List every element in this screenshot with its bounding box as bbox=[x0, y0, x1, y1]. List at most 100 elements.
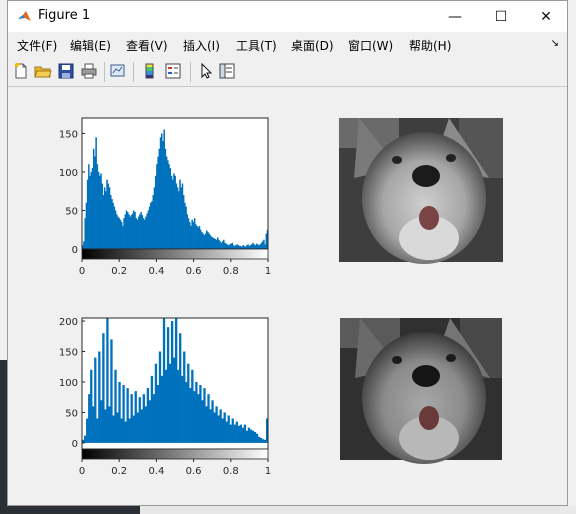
x-tick-label: 0.8 bbox=[223, 466, 239, 477]
histogram-bar bbox=[249, 429, 253, 443]
save-icon[interactable] bbox=[57, 62, 75, 80]
menu-window[interactable]: 窗口(W) bbox=[348, 37, 393, 54]
x-tick-label: 1 bbox=[265, 466, 271, 477]
histogram-bar bbox=[92, 406, 95, 443]
histogram-bar bbox=[205, 406, 208, 443]
histogram-bar bbox=[235, 421, 238, 443]
histogram-bar bbox=[259, 438, 263, 443]
edit-plot-arrow-icon[interactable] bbox=[197, 62, 215, 80]
menu-tools[interactable]: 工具(T) bbox=[236, 37, 277, 54]
title-bar[interactable]: Figure 1 — ☐ ✕ bbox=[8, 1, 567, 32]
histogram-bar bbox=[217, 415, 220, 443]
histogram-bar bbox=[261, 439, 265, 443]
dog-photo-original bbox=[339, 118, 503, 264]
x-tick-label: 0.2 bbox=[111, 266, 127, 277]
x-tick-label: 0.6 bbox=[186, 466, 202, 477]
histogram-bar bbox=[102, 333, 105, 443]
histogram-bar bbox=[146, 388, 150, 443]
x-tick-label: 1 bbox=[265, 266, 271, 277]
histogram-bar bbox=[124, 421, 127, 443]
histogram-bar bbox=[154, 363, 158, 443]
histogram-bar bbox=[221, 418, 224, 443]
new-figure-icon[interactable] bbox=[12, 62, 30, 80]
dog-photo-adjusted bbox=[340, 318, 502, 464]
minimize-button[interactable]: — bbox=[432, 1, 478, 32]
histogram-bar bbox=[207, 394, 210, 443]
histogram-bar bbox=[211, 400, 214, 443]
toolbar-dock-arrow-icon[interactable]: ↘ bbox=[551, 38, 559, 49]
histogram-bar bbox=[156, 385, 160, 443]
histogram-bar bbox=[183, 351, 186, 443]
histogram-bar bbox=[94, 357, 97, 443]
histogram-bar bbox=[150, 375, 154, 443]
histogram-bar bbox=[251, 430, 255, 443]
open-file-icon[interactable] bbox=[34, 62, 52, 80]
histogram-bar bbox=[164, 369, 168, 443]
histogram-bar bbox=[100, 400, 103, 443]
histogram-bar bbox=[225, 421, 228, 443]
histogram-bar bbox=[112, 415, 115, 443]
print-icon[interactable] bbox=[80, 62, 98, 80]
histogram-bar bbox=[245, 430, 249, 443]
insert-colorbar-icon[interactable] bbox=[141, 62, 159, 80]
y-tick-label: 100 bbox=[59, 168, 78, 179]
y-tick-label: 150 bbox=[59, 129, 78, 140]
histogram-bar bbox=[130, 394, 133, 443]
x-tick-label: 0.4 bbox=[148, 466, 164, 477]
x-tick-label: 0.2 bbox=[111, 466, 127, 477]
histogram-bar bbox=[136, 412, 139, 443]
menu-help[interactable]: 帮助(H) bbox=[409, 37, 451, 54]
background-bottom-strip bbox=[140, 506, 576, 514]
matlab-logo-icon bbox=[18, 11, 31, 21]
y-tick-label: 50 bbox=[65, 408, 78, 419]
menu-edit[interactable]: 编辑(E) bbox=[70, 37, 111, 54]
grayscale-colorbar bbox=[81, 248, 269, 260]
histogram-bar bbox=[177, 369, 180, 443]
y-tick-label: 50 bbox=[65, 206, 78, 217]
histogram-bar bbox=[110, 339, 113, 443]
histogram-bar bbox=[255, 433, 259, 443]
y-tick-label: 150 bbox=[59, 348, 78, 359]
menu-bar: 文件(F) 编辑(E) 查看(V) 插入(I) 工具(T) 桌面(D) 窗口(W… bbox=[8, 32, 567, 58]
histogram-bar bbox=[104, 409, 107, 443]
link-plot-icon[interactable] bbox=[109, 62, 127, 80]
histogram-bar bbox=[148, 400, 152, 443]
maximize-button[interactable]: ☐ bbox=[478, 1, 524, 32]
histogram-bar bbox=[219, 409, 222, 443]
insert-legend-icon[interactable] bbox=[164, 62, 182, 80]
histogram-bar bbox=[142, 394, 145, 443]
histogram-bar bbox=[233, 424, 236, 443]
histogram-bar bbox=[168, 363, 172, 443]
x-tick-label: 0.8 bbox=[223, 266, 239, 277]
histogram-bar bbox=[120, 418, 123, 443]
x-tick-label: 0 bbox=[79, 266, 85, 277]
y-tick-label: 0 bbox=[72, 439, 78, 450]
histogram-bar bbox=[197, 394, 200, 443]
menu-view[interactable]: 查看(V) bbox=[126, 37, 168, 54]
histogram-bar bbox=[170, 321, 174, 443]
histogram-bar bbox=[191, 369, 194, 443]
menu-desktop[interactable]: 桌面(D) bbox=[291, 37, 334, 54]
histogram-bar bbox=[138, 397, 141, 443]
histogram-bar bbox=[231, 418, 234, 443]
histogram-bar bbox=[213, 412, 216, 443]
y-tick-label: 0 bbox=[72, 245, 78, 256]
histogram-bar bbox=[128, 418, 131, 443]
menu-insert[interactable]: 插入(I) bbox=[183, 37, 220, 54]
figure-canvas: 0 50 100 150 0 0.2 0.4 0.6 0.8 1 0 50 100 150 200 0 0.2 0… bbox=[8, 87, 567, 505]
histogram-bar bbox=[263, 439, 267, 443]
histogram-bar bbox=[195, 381, 198, 443]
menu-file[interactable]: 文件(F) bbox=[17, 37, 57, 54]
histogram-bar bbox=[189, 388, 192, 443]
window-title: Figure 1 bbox=[38, 8, 91, 23]
toolbar-separator bbox=[104, 62, 105, 82]
property-inspector-icon[interactable] bbox=[218, 62, 236, 80]
histogram-bar bbox=[122, 385, 125, 443]
histogram-bar bbox=[162, 318, 166, 443]
histogram-bar bbox=[239, 424, 243, 443]
x-tick-label: 0.4 bbox=[148, 266, 164, 277]
histogram-bar bbox=[118, 381, 121, 443]
close-button[interactable]: ✕ bbox=[523, 1, 569, 32]
grayscale-colorbar bbox=[81, 448, 269, 460]
histogram-bar bbox=[187, 363, 190, 443]
